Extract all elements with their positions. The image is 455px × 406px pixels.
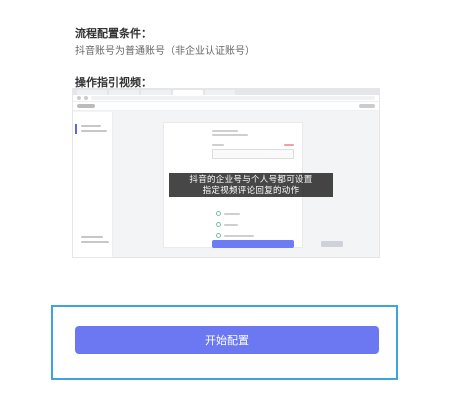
browser-tab — [109, 90, 139, 95]
subtitle-line-2: 指定视频评论回复的动作 — [202, 185, 300, 195]
radio-icon — [216, 222, 221, 227]
radio-icon — [216, 233, 221, 238]
app-header — [73, 102, 379, 111]
panel-subheading — [212, 134, 248, 136]
sidebar-footer — [81, 236, 103, 238]
panel-next-button — [321, 241, 343, 247]
panel-confirm-button — [212, 240, 294, 248]
sidebar — [73, 112, 113, 257]
action-area: 开始配置 — [51, 305, 398, 380]
panel-select — [212, 149, 294, 159]
url-field — [91, 96, 375, 100]
video-subtitle: 抖音的企业号与个人号都可设置 指定视频评论回复的动作 — [169, 173, 333, 197]
panel-required-mark — [284, 144, 294, 146]
radio-label — [224, 213, 240, 215]
start-config-button[interactable]: 开始配置 — [75, 326, 379, 354]
back-icon — [77, 96, 81, 100]
radio-label — [224, 224, 238, 226]
sidebar-active-marker — [75, 124, 77, 134]
user-menu — [359, 104, 375, 108]
panel-heading — [212, 130, 238, 132]
forward-icon — [84, 96, 88, 100]
sidebar-item — [81, 130, 107, 132]
browser-tab — [205, 90, 235, 95]
browser-address-bar — [73, 95, 379, 102]
sidebar-footer — [81, 241, 109, 243]
panel-label — [212, 144, 224, 146]
browser-tab — [141, 90, 171, 95]
browser-tab-active — [173, 90, 203, 95]
condition-text: 抖音账号为普通账号（非企业认证账号） — [75, 46, 255, 57]
radio-label — [224, 235, 254, 237]
browser-tab — [77, 90, 107, 95]
guide-video[interactable]: 抖音的企业号与个人号都可设置 指定视频评论回复的动作 — [72, 88, 380, 258]
radio-icon — [216, 211, 221, 216]
condition-title: 流程配置条件： — [75, 28, 152, 40]
subtitle-line-1: 抖音的企业号与个人号都可设置 — [189, 174, 313, 184]
app-logo — [77, 104, 95, 108]
sidebar-item — [81, 125, 101, 127]
